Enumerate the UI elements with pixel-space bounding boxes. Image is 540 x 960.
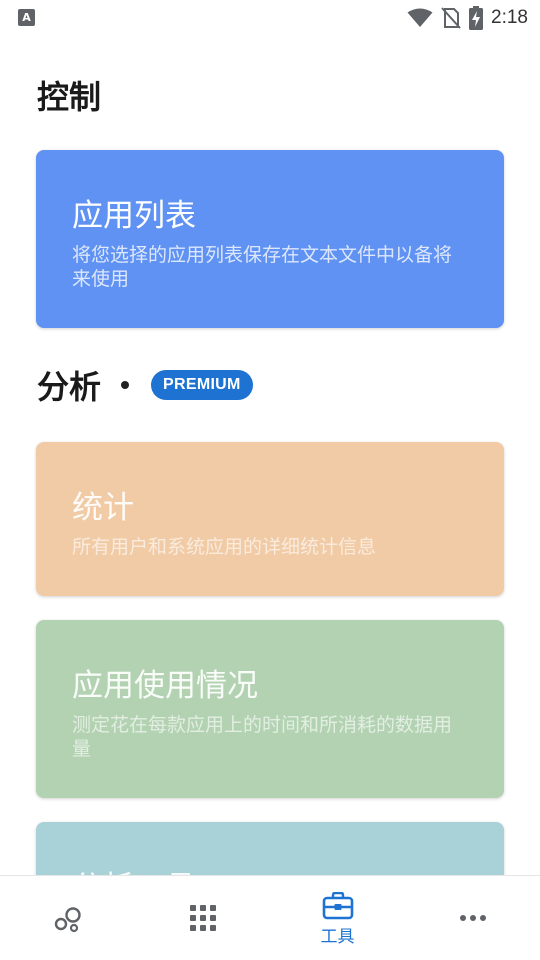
section-header-analysis: 分析 PREMIUM bbox=[37, 364, 253, 406]
nav-label-tools: 工具 bbox=[320, 926, 355, 947]
nav-item-tools[interactable]: 工具 bbox=[270, 876, 405, 960]
nav-item-more[interactable] bbox=[405, 876, 540, 960]
nav-item-bubbles[interactable] bbox=[0, 876, 135, 960]
battery-charging-icon bbox=[469, 6, 484, 30]
bottom-navigation: 工具 bbox=[0, 875, 540, 960]
more-horizontal-icon bbox=[459, 915, 486, 921]
apps-grid-icon bbox=[189, 905, 216, 931]
app-usage-description: 测定花在每款应用上的时间和所消耗的数据用量 bbox=[72, 714, 453, 760]
status-time: 2:18 bbox=[491, 7, 528, 28]
app-list-title: 应用列表 bbox=[72, 198, 196, 234]
section-title-analysis: 分析 bbox=[37, 368, 102, 406]
app-usage-title: 应用使用情况 bbox=[72, 668, 258, 704]
wifi-icon bbox=[407, 8, 433, 27]
status-bar: A 2:18 bbox=[0, 0, 540, 36]
stats-title: 统计 bbox=[72, 490, 134, 526]
no-sim-icon bbox=[441, 7, 461, 29]
stats-description: 所有用户和系统应用的详细统计信息 bbox=[72, 536, 377, 558]
app-list-card[interactable]: 应用列表 将您选择的应用列表保存在文本文件中以备将来使用 bbox=[36, 150, 504, 328]
nav-item-apps[interactable] bbox=[135, 876, 270, 960]
toolbox-icon bbox=[322, 891, 353, 919]
bubbles-icon bbox=[54, 907, 81, 933]
status-icons: 2:18 bbox=[407, 5, 528, 31]
stats-card[interactable]: 统计 所有用户和系统应用的详细统计信息 bbox=[36, 442, 504, 596]
notification-a-icon: A bbox=[18, 9, 35, 26]
app-list-description: 将您选择的应用列表保存在文本文件中以备将来使用 bbox=[72, 244, 453, 290]
separator-dot bbox=[121, 381, 130, 389]
section-title-control: 控制 bbox=[37, 78, 102, 116]
premium-badge: PREMIUM bbox=[151, 370, 253, 400]
app-usage-card[interactable]: 应用使用情况 测定花在每款应用上的时间和所消耗的数据用量 bbox=[36, 620, 504, 798]
